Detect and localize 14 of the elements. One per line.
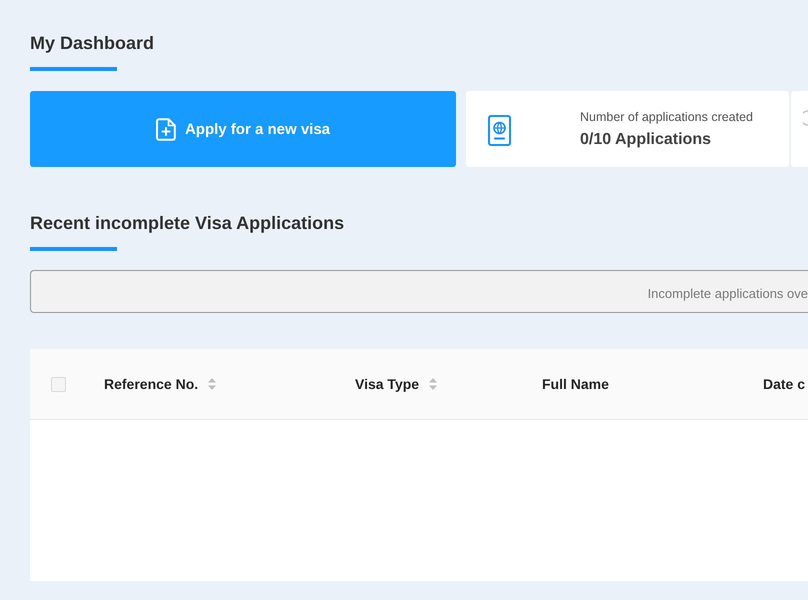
section-title: Recent incomplete Visa Applications xyxy=(30,212,344,235)
select-all-checkbox[interactable] xyxy=(51,376,66,392)
stat-value: 0/10 Applications xyxy=(580,130,712,150)
column-header[interactable]: Full Name xyxy=(542,376,609,392)
document-plus-icon xyxy=(156,118,176,140)
sort-icon[interactable] xyxy=(208,378,216,390)
page-title: My Dashboard xyxy=(30,32,154,55)
stat-label: Number of applications created xyxy=(580,108,754,126)
column-header[interactable]: Visa Type xyxy=(355,376,420,392)
column-header[interactable]: Reference No. xyxy=(104,376,198,392)
column-header[interactable]: Date c xyxy=(763,376,806,392)
notice-text: Incomplete applications ove xyxy=(648,286,808,300)
passport-icon xyxy=(488,114,511,146)
sort-icon[interactable] xyxy=(429,378,438,390)
